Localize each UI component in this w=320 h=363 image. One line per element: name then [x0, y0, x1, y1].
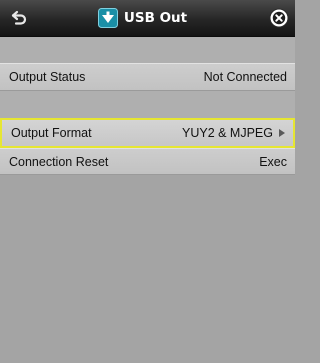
- output-status-row[interactable]: Output Status Not Connected: [0, 63, 295, 91]
- section-spacer: [0, 91, 295, 118]
- setting-label: Output Status: [9, 70, 86, 84]
- setting-label: Output Format: [11, 126, 92, 140]
- setting-label: Connection Reset: [9, 154, 109, 169]
- close-icon[interactable]: [268, 7, 290, 29]
- page-title: USB Out: [123, 10, 188, 26]
- chevron-right-icon: [279, 129, 285, 137]
- empty-area: [0, 175, 295, 363]
- connection-reset-row[interactable]: Connection Reset Exec: [0, 148, 295, 175]
- setting-value: YUY2 & MJPEG: [182, 126, 285, 140]
- usb-icon: [97, 8, 118, 28]
- title-bar: USB Out: [0, 0, 295, 37]
- title-group: USB Out: [0, 0, 295, 36]
- setting-value: Not Connected: [203, 70, 287, 84]
- section-spacer: [0, 37, 295, 63]
- output-format-row[interactable]: Output Format YUY2 & MJPEG: [0, 118, 295, 148]
- setting-value: Exec: [259, 154, 287, 169]
